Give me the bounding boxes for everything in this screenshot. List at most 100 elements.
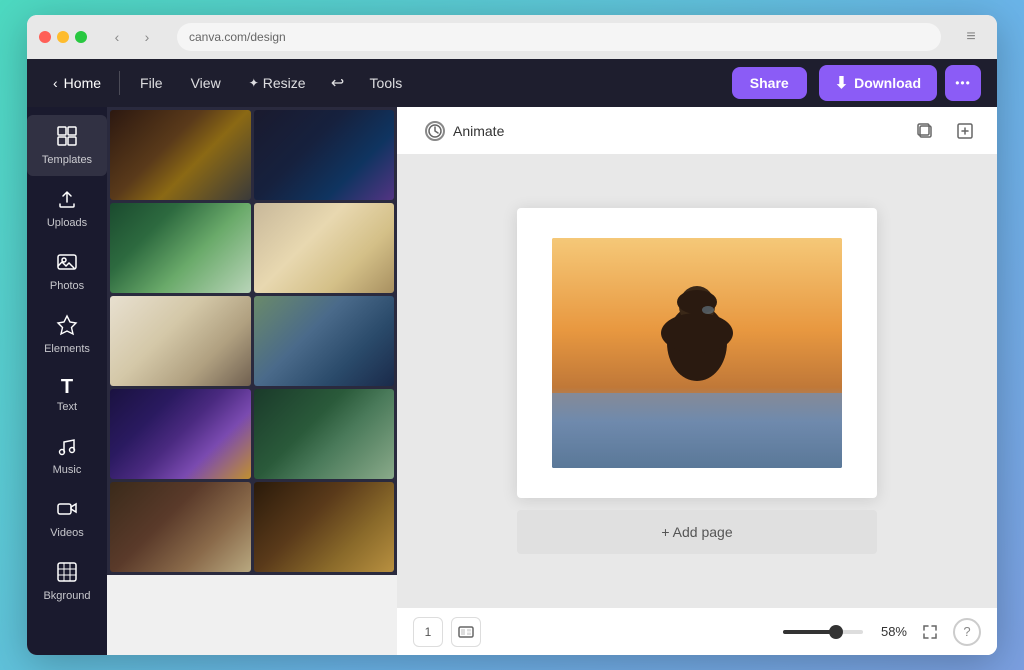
- help-icon: ?: [963, 624, 970, 639]
- page-indicator[interactable]: 1: [413, 617, 443, 647]
- text-label: Text: [57, 401, 77, 413]
- background-label: Bkground: [43, 590, 90, 602]
- photo-thumb-10[interactable]: [254, 482, 395, 572]
- sidebar-item-text[interactable]: T Text: [27, 367, 107, 423]
- download-label: Download: [854, 75, 921, 91]
- maximize-button[interactable]: [75, 31, 87, 43]
- zoom-slider[interactable]: [783, 630, 863, 634]
- sidebar-item-music[interactable]: Music: [27, 425, 107, 486]
- toolbar-separator: [119, 71, 120, 95]
- back-chevron-icon: ‹: [53, 75, 58, 91]
- photo-grid: [107, 107, 397, 575]
- photos-label: Photos: [50, 280, 84, 292]
- sidebar-item-background[interactable]: Bkground: [27, 551, 107, 612]
- sidebar-item-elements[interactable]: Elements: [27, 304, 107, 365]
- photo-thumb-7[interactable]: [110, 389, 251, 479]
- canvas-toolbar: Animate: [397, 107, 997, 155]
- page-view-button[interactable]: [451, 617, 481, 647]
- elements-icon: [56, 314, 78, 339]
- traffic-lights: [39, 31, 87, 43]
- music-icon: [56, 435, 78, 460]
- minimize-button[interactable]: [57, 31, 69, 43]
- uploads-icon: [56, 188, 78, 213]
- help-button[interactable]: ?: [953, 618, 981, 646]
- zoom-slider-thumb[interactable]: [829, 625, 843, 639]
- fullscreen-button[interactable]: [915, 617, 945, 647]
- page-number: 1: [425, 625, 432, 639]
- share-label: Share: [750, 75, 789, 91]
- close-button[interactable]: [39, 31, 51, 43]
- view-label: View: [191, 75, 221, 91]
- undo-button[interactable]: ↩: [322, 67, 354, 99]
- sidebar-item-photos[interactable]: Photos: [27, 241, 107, 302]
- videos-label: Videos: [50, 527, 83, 539]
- music-label: Music: [53, 464, 82, 476]
- top-toolbar: ‹ Home File View ✦ Resize ↩ Tools Shar: [27, 59, 997, 107]
- text-icon: T: [61, 377, 73, 397]
- file-menu[interactable]: File: [128, 69, 175, 97]
- file-label: File: [140, 75, 163, 91]
- animate-button[interactable]: Animate: [413, 115, 516, 147]
- uploads-label: Uploads: [47, 217, 87, 229]
- tools-label: Tools: [370, 75, 403, 91]
- sidebar-item-uploads[interactable]: Uploads: [27, 178, 107, 239]
- sidebar-item-templates[interactable]: Templates: [27, 115, 107, 176]
- duplicate-page-button[interactable]: [909, 115, 941, 147]
- templates-icon: [56, 125, 78, 150]
- add-page-icon-button[interactable]: [949, 115, 981, 147]
- photo-grid-container: ‹: [107, 107, 397, 655]
- view-menu[interactable]: View: [179, 69, 233, 97]
- home-button[interactable]: ‹ Home: [43, 69, 111, 97]
- add-icon: [956, 122, 974, 140]
- canvas-artwork: [552, 238, 842, 468]
- address-text: canva.com/design: [189, 30, 286, 44]
- download-button[interactable]: ⬇ Download: [819, 65, 937, 101]
- resize-label: Resize: [263, 75, 306, 91]
- browser-nav-buttons: ‹ ›: [103, 23, 161, 51]
- main-area: Templates Uploads: [27, 107, 997, 655]
- sidebar-item-videos[interactable]: Videos: [27, 488, 107, 549]
- address-bar[interactable]: canva.com/design: [177, 23, 941, 51]
- add-page-button[interactable]: + Add page: [517, 510, 877, 554]
- photo-thumb-2[interactable]: [254, 110, 395, 200]
- canvas-image: [552, 238, 842, 468]
- canvas-area: Animate: [397, 107, 997, 655]
- zoom-control: 58%: [783, 624, 907, 639]
- templates-label: Templates: [42, 154, 92, 166]
- browser-window: ‹ › canva.com/design ≡ ‹ Home File View …: [27, 15, 997, 655]
- undo-icon: ↩: [331, 73, 344, 93]
- share-button[interactable]: Share: [732, 67, 807, 99]
- browser-menu-icon[interactable]: ≡: [957, 23, 985, 51]
- sidebar: Templates Uploads: [27, 107, 107, 655]
- photo-thumb-1[interactable]: [110, 110, 251, 200]
- animate-label: Animate: [453, 123, 504, 139]
- zoom-percent: 58%: [871, 624, 907, 639]
- photo-thumb-6[interactable]: [254, 296, 395, 386]
- photo-thumb-8[interactable]: [254, 389, 395, 479]
- resize-icon: ✦: [249, 76, 259, 90]
- canvas-page[interactable]: [517, 208, 877, 498]
- add-page-label: + Add page: [661, 524, 732, 540]
- photos-icon: [56, 251, 78, 276]
- background-icon: [56, 561, 78, 586]
- elements-label: Elements: [44, 343, 90, 355]
- resize-menu[interactable]: ✦ Resize: [237, 69, 318, 97]
- photo-thumb-3[interactable]: [110, 203, 251, 293]
- page-view-icon: [458, 624, 474, 640]
- photo-thumb-4[interactable]: [254, 203, 395, 293]
- forward-button[interactable]: ›: [133, 23, 161, 51]
- more-options-button[interactable]: •••: [945, 65, 981, 101]
- canvas-bottom-toolbar: 1: [397, 607, 997, 655]
- zoom-slider-track: [783, 630, 831, 634]
- more-icon: •••: [955, 76, 971, 90]
- photo-thumb-5[interactable]: [110, 296, 251, 386]
- videos-icon: [56, 498, 78, 523]
- back-button[interactable]: ‹: [103, 23, 131, 51]
- download-icon: ⬇: [835, 73, 848, 93]
- home-label: Home: [64, 75, 101, 91]
- browser-chrome: ‹ › canva.com/design ≡: [27, 15, 997, 59]
- tools-menu[interactable]: Tools: [358, 69, 415, 97]
- app-content: ‹ Home File View ✦ Resize ↩ Tools Shar: [27, 59, 997, 655]
- photo-thumb-9[interactable]: [110, 482, 251, 572]
- menu-lines-icon: ≡: [966, 28, 975, 46]
